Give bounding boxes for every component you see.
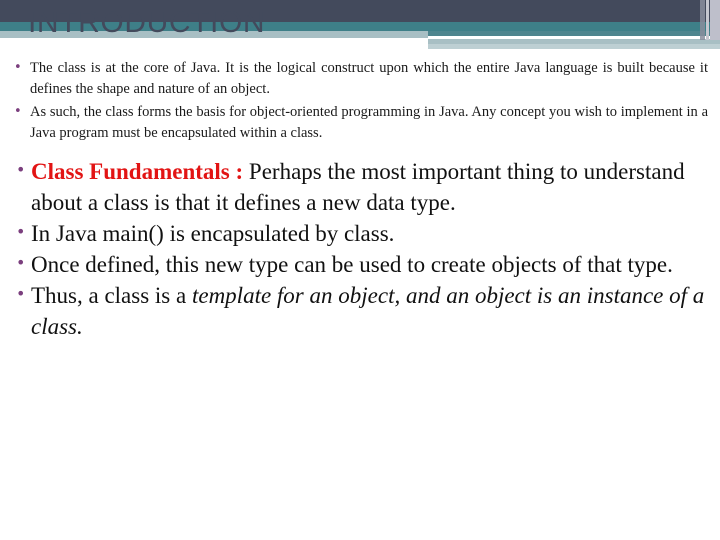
bullet-text: Once defined, this new type can be used … [31, 252, 673, 277]
header-vertical-bar-3 [710, 0, 720, 40]
bullet-text: The class is at the core of Java. It is … [30, 60, 708, 97]
list-item: In Java main() is encapsulated by class. [0, 216, 720, 249]
bullet-list-small: The class is at the core of Java. It is … [0, 57, 720, 144]
header-white-rule-lower [245, 44, 445, 47]
slide-content: The class is at the core of Java. It is … [0, 57, 720, 342]
list-item: As such, the class forms the basis for o… [0, 101, 720, 144]
header-vertical-bar-2 [706, 0, 709, 40]
slide-title: INTRODUCTION [28, 6, 266, 39]
header-light-band-right-upper [428, 39, 720, 44]
bullet-text: Thus, a class is a [31, 283, 192, 308]
header-vertical-bar-1 [700, 0, 705, 40]
list-item: The class is at the core of Java. It is … [0, 57, 720, 100]
bullet-lead-label: Class Fundamentals : [31, 159, 244, 184]
bullet-text: In Java main() is encapsulated by class. [31, 221, 395, 246]
list-item: Class Fundamentals : Perhaps the most im… [0, 154, 720, 218]
list-item: Once defined, this new type can be used … [0, 247, 720, 280]
slide: INTRODUCTION The class is at the core of… [0, 0, 720, 540]
header-teal-band-right [428, 31, 720, 36]
header-light-band-right-lower [428, 44, 720, 49]
bullet-list-large: Class Fundamentals : Perhaps the most im… [0, 154, 720, 342]
list-item: Thus, a class is a template for an objec… [0, 278, 720, 342]
bullet-text: As such, the class forms the basis for o… [30, 104, 708, 141]
header-white-rule-upper [428, 36, 673, 39]
